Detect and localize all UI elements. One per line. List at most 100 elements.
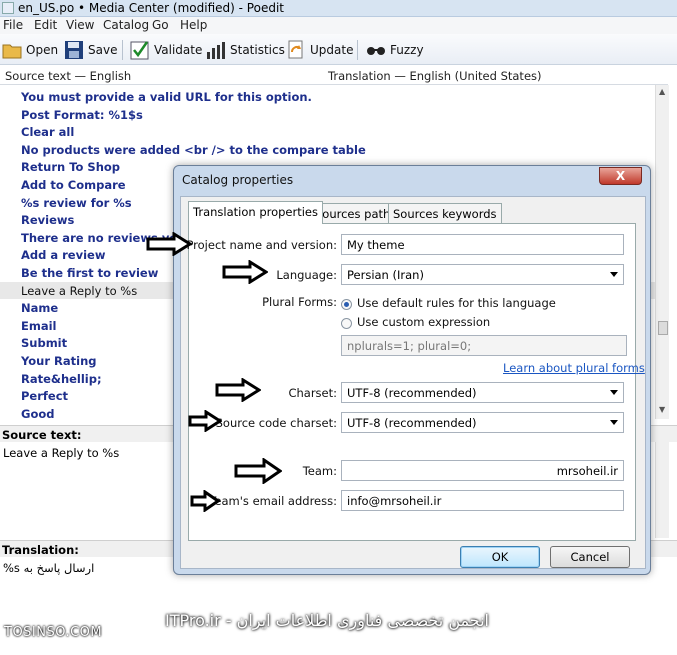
charset-label: Charset: [288, 386, 337, 400]
list-item[interactable]: No products were added <br /> to the com… [0, 141, 655, 159]
list-item-text: Add to Compare [21, 178, 126, 192]
list-item-text: Name [21, 301, 59, 316]
annotation-arrow-icon [190, 490, 220, 512]
source-pane-scrollbar[interactable] [655, 442, 669, 538]
project-label: Project name and version: [186, 238, 337, 252]
chevron-down-icon [610, 390, 618, 395]
language-label: Language: [276, 268, 337, 282]
annotation-arrow-icon [234, 458, 282, 484]
list-scrollbar[interactable]: ▲ ▼ [655, 85, 669, 419]
bar-chart-icon [206, 40, 226, 60]
app-icon [2, 2, 14, 14]
source-text-heading: Source text: [2, 428, 82, 442]
list-item-text: Return To Shop [21, 160, 121, 175]
refresh-document-icon [286, 40, 306, 60]
watermark-left: TOSINSO.COM [4, 625, 103, 640]
translation-text: %s ارسال پاسخ به [3, 561, 95, 575]
menu-help[interactable]: Help [180, 18, 207, 32]
close-button[interactable]: X [599, 167, 642, 185]
column-translation[interactable]: Translation — English (United States) [328, 69, 542, 83]
menu-file[interactable]: File [3, 18, 23, 32]
list-item[interactable]: You must provide a valid URL for this op… [0, 88, 655, 106]
menu-go[interactable]: Go [152, 18, 169, 32]
chevron-down-icon [610, 420, 618, 425]
catalog-properties-dialog: Catalog properties X Translation propert… [173, 165, 651, 575]
toolbar-separator [122, 40, 123, 60]
language-select-value: Persian (Iran) [347, 268, 424, 282]
cancel-button[interactable]: Cancel [550, 546, 630, 568]
fuzzy-button[interactable]: Fuzzy [366, 38, 424, 62]
project-name-field[interactable]: My theme [341, 234, 624, 255]
list-item-text: Be the first to review [21, 266, 159, 280]
team-email-label: Team's email address: [209, 494, 337, 508]
statistics-label: Statistics [230, 43, 285, 57]
list-item-text: Your Rating [21, 354, 97, 368]
annotation-arrow-icon [146, 232, 192, 256]
source-charset-select-value: UTF-8 (recommended) [347, 416, 477, 430]
list-item-text: Perfect [21, 389, 69, 404]
open-button[interactable]: Open [2, 38, 58, 62]
menu-edit[interactable]: Edit [34, 18, 57, 32]
team-email-field[interactable]: info@mrsoheil.ir [341, 490, 624, 511]
team-field[interactable]: mrsoheil.ir [341, 460, 624, 481]
plural-custom-label[interactable]: Use custom expression [357, 315, 490, 329]
save-label: Save [88, 43, 118, 57]
chevron-down-icon [610, 272, 618, 277]
menu-view[interactable]: View [66, 18, 94, 32]
checkmark-icon [130, 40, 150, 60]
plural-custom-radio[interactable] [341, 318, 352, 329]
menu-catalog[interactable]: Catalog [103, 18, 149, 32]
language-select[interactable]: Persian (Iran) [341, 264, 624, 285]
fuzzy-label: Fuzzy [390, 43, 424, 57]
statistics-button[interactable]: Statistics [206, 38, 285, 62]
list-header: Source text — English Translation — Engl… [0, 66, 668, 85]
dialog-title: Catalog properties [182, 173, 294, 187]
list-item-text: Reviews [21, 213, 75, 228]
annotation-arrow-icon [188, 410, 222, 432]
list-item-text: Rate&hellip; [21, 371, 102, 386]
ok-button[interactable]: OK [460, 546, 540, 568]
watermark-right: ITPro.ir - انجمن تخصصی فناوری اطلاعات ای… [165, 611, 489, 630]
charset-select-value: UTF-8 (recommended) [347, 386, 477, 400]
list-item-text: No products were added <br /> to the com… [21, 142, 366, 157]
save-button[interactable]: Save [64, 38, 117, 62]
title-bar: en_US.po • Media Center (modified) - Poe… [0, 0, 677, 17]
list-item-text: %s review for %s [21, 195, 132, 210]
charset-select[interactable]: UTF-8 (recommended) [341, 382, 624, 403]
source-charset-select[interactable]: UTF-8 (recommended) [341, 412, 624, 433]
plural-default-radio[interactable] [341, 299, 352, 310]
scroll-down-arrow-icon[interactable]: ▼ [659, 405, 665, 414]
translation-heading: Translation: [2, 543, 79, 557]
team-label: Team: [302, 464, 337, 478]
list-item[interactable]: Clear all [0, 123, 655, 141]
list-item-text: Post Format: %1$s [21, 107, 143, 122]
folder-icon [2, 40, 22, 60]
scroll-up-arrow-icon[interactable]: ▲ [659, 87, 665, 96]
annotation-arrow-icon [215, 378, 261, 402]
menu-bar: File Edit View Catalog Go Help [0, 17, 677, 34]
source-text-value: Leave a Reply to %s [3, 446, 120, 460]
plural-default-label[interactable]: Use default rules for this language [357, 296, 556, 310]
toolbar-separator [357, 40, 358, 60]
column-source[interactable]: Source text — English [5, 69, 131, 83]
list-item-text: Good [21, 406, 55, 419]
window-title: en_US.po • Media Center (modified) - Poe… [18, 1, 284, 15]
scrollbar-thumb[interactable] [658, 321, 668, 335]
list-item-text: Add a review [21, 248, 106, 263]
list-item-text: Email [21, 318, 57, 333]
list-item[interactable]: Post Format: %1$s [0, 106, 655, 124]
list-item-text: Submit [21, 336, 68, 351]
tab-translation-properties[interactable]: Translation properties [188, 201, 324, 224]
source-charset-label: Source code charset: [215, 416, 337, 430]
plural-forms-link[interactable]: Learn about plural forms [503, 361, 645, 375]
open-label: Open [26, 43, 59, 57]
floppy-disk-icon [64, 40, 84, 60]
update-button[interactable]: Update [286, 38, 353, 62]
plural-forms-label: Plural Forms: [262, 295, 337, 309]
plural-expression-field[interactable]: nplurals=1; plural=0; [341, 335, 627, 356]
tab-sources-keywords[interactable]: Sources keywords [388, 203, 502, 223]
list-item-text: Clear all [21, 125, 75, 140]
annotation-arrow-icon [222, 260, 268, 284]
toolbar: Open Save Validate Statistics Update Fuz… [0, 34, 677, 65]
validate-button[interactable]: Validate [130, 38, 202, 62]
